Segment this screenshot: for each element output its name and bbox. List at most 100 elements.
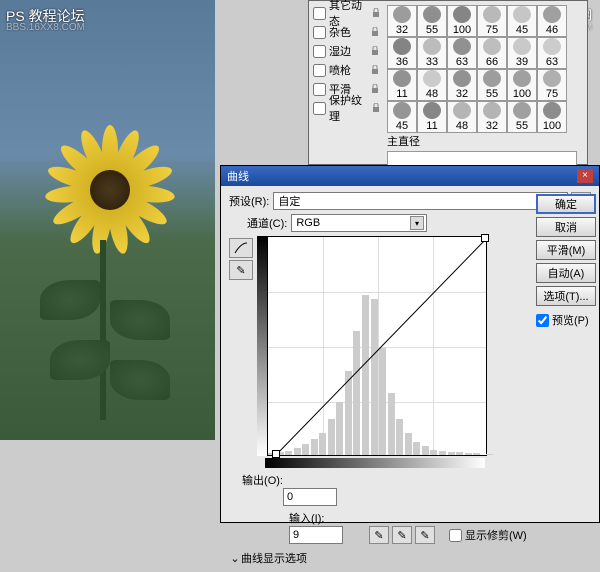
leaf [110, 360, 170, 400]
input-field[interactable] [289, 526, 343, 544]
lock-icon [370, 65, 380, 75]
brush-option[interactable]: 杂色 [313, 24, 380, 40]
brush-preset[interactable]: 55 [417, 5, 447, 37]
eyedropper-gray-icon[interactable]: ✎ [392, 526, 412, 544]
brush-size: 32 [396, 24, 408, 36]
channel-value: RGB [296, 217, 320, 229]
curves-graph[interactable] [267, 236, 487, 456]
brush-option-checkbox[interactable] [313, 26, 326, 39]
lock-icon [370, 84, 380, 94]
brush-preset[interactable]: 75 [537, 69, 567, 101]
brush-preset[interactable]: 66 [477, 37, 507, 69]
brush-preset[interactable]: 39 [507, 37, 537, 69]
brush-preset-grid[interactable]: 3255100754546363363663963114832551007545… [387, 5, 582, 133]
channel-label: 通道(C): [247, 215, 287, 231]
brush-size: 45 [516, 24, 528, 36]
brush-size: 63 [456, 56, 468, 68]
curve-line [268, 237, 486, 455]
leaf [50, 340, 110, 380]
brush-preset[interactable]: 36 [387, 37, 417, 69]
brush-option[interactable]: 保护纹理 [313, 100, 380, 116]
brush-option-checkbox[interactable] [313, 64, 326, 77]
expand-icon[interactable]: ⌄ [229, 552, 241, 565]
brush-preset[interactable]: 45 [507, 5, 537, 37]
brush-size: 36 [396, 56, 408, 68]
brush-preset[interactable]: 63 [537, 37, 567, 69]
leaf [110, 300, 170, 340]
preset-value: 自定 [278, 193, 300, 209]
brush-size: 75 [546, 88, 558, 100]
brush-preset[interactable]: 100 [447, 5, 477, 37]
lock-icon [370, 46, 380, 56]
brush-preset[interactable]: 75 [477, 5, 507, 37]
preview-label: 预览(P) [552, 312, 589, 328]
brush-size: 100 [453, 24, 471, 36]
expand-label: 曲线显示选项 [241, 550, 307, 566]
gradient-vertical [257, 236, 267, 456]
output-field[interactable] [283, 488, 337, 506]
options-button[interactable]: 选项(T)... [536, 286, 596, 306]
brush-size: 55 [426, 24, 438, 36]
brush-preset[interactable]: 32 [387, 5, 417, 37]
brush-size: 75 [486, 24, 498, 36]
diameter-label: 主直径 [387, 133, 577, 149]
show-clip-checkbox[interactable] [449, 529, 462, 542]
brush-panel: 其它动态杂色湿边喷枪平滑保护纹理 32551007545463633636639… [308, 0, 588, 165]
brush-option-label: 喷枪 [329, 62, 351, 78]
lock-icon [370, 27, 380, 37]
curves-title-text: 曲线 [227, 168, 249, 184]
brush-options-list: 其它动态杂色湿边喷枪平滑保护纹理 [309, 1, 384, 166]
brush-size: 66 [486, 56, 498, 68]
brush-option-checkbox[interactable] [313, 7, 326, 20]
brush-size: 55 [486, 88, 498, 100]
chevron-down-icon[interactable]: ▾ [410, 216, 424, 230]
gradient-horizontal [265, 458, 485, 468]
input-label: 输入(I): [289, 510, 324, 526]
output-label: 输出(O): [229, 472, 283, 488]
brush-preset[interactable]: 46 [537, 5, 567, 37]
brush-size: 46 [546, 24, 558, 36]
leaf [40, 280, 100, 320]
brush-preset[interactable]: 32 [447, 69, 477, 101]
brush-size: 32 [456, 88, 468, 100]
brush-preset[interactable]: 63 [447, 37, 477, 69]
auto-button[interactable]: 自动(A) [536, 263, 596, 283]
ok-button[interactable]: 确定 [536, 194, 596, 214]
brush-preset[interactable]: 33 [417, 37, 447, 69]
preset-combo[interactable]: 自定 ▾ [273, 192, 568, 210]
eyedropper-white-icon[interactable]: ✎ [415, 526, 435, 544]
brush-option-checkbox[interactable] [313, 83, 326, 96]
sunflower [50, 130, 170, 250]
brush-preset[interactable]: 48 [417, 69, 447, 101]
watermark-topleft-url: BBS.16XX8.COM [6, 22, 85, 33]
curve-tool-icon[interactable] [229, 238, 253, 258]
brush-size: 100 [513, 88, 531, 100]
curves-graph-area [257, 236, 489, 468]
brush-option[interactable]: 其它动态 [313, 5, 380, 21]
brush-size: 39 [516, 56, 528, 68]
brush-option[interactable]: 湿边 [313, 43, 380, 59]
show-clip-label: 显示修剪(W) [465, 527, 527, 543]
channel-combo[interactable]: RGB ▾ [291, 214, 427, 232]
brush-option[interactable]: 喷枪 [313, 62, 380, 78]
brush-size: 48 [426, 88, 438, 100]
preset-label: 预设(R): [229, 193, 269, 209]
brush-preset[interactable]: 11 [387, 69, 417, 101]
pencil-tool-icon[interactable]: ✎ [229, 260, 253, 280]
cancel-button[interactable]: 取消 [536, 217, 596, 237]
smooth-button[interactable]: 平滑(M) [536, 240, 596, 260]
lock-icon [371, 8, 380, 18]
curve-point-highlight[interactable] [481, 234, 489, 242]
brush-preset[interactable]: 100 [507, 69, 537, 101]
eyedropper-black-icon[interactable]: ✎ [369, 526, 389, 544]
brush-size: 11 [396, 88, 407, 100]
preview-checkbox[interactable] [536, 314, 549, 327]
brush-size: 33 [426, 56, 438, 68]
lock-icon [371, 103, 380, 113]
curve-point-shadow[interactable] [272, 450, 280, 458]
brush-preset[interactable]: 55 [477, 69, 507, 101]
canvas-image[interactable]: PS 教程论坛 BBS.16XX8.COM [0, 0, 215, 440]
brush-option-checkbox[interactable] [313, 45, 326, 58]
brush-size: 63 [546, 56, 558, 68]
brush-option-checkbox[interactable] [313, 102, 326, 115]
